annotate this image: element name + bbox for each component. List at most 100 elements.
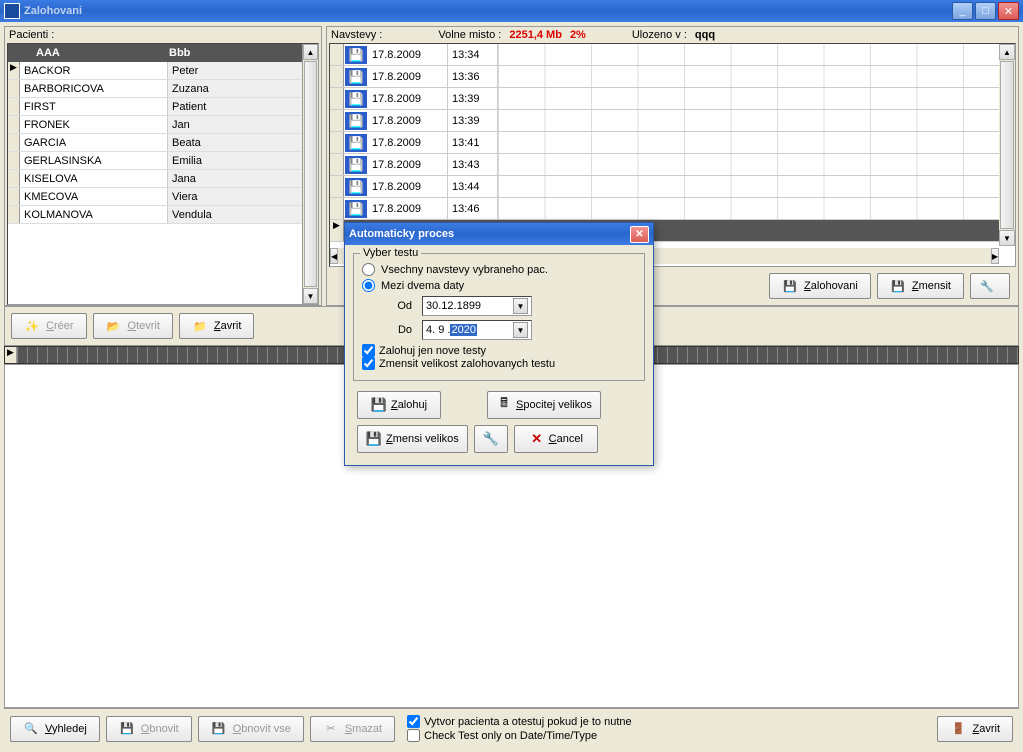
cancel-button[interactable]: ✕Cancel [514,425,598,453]
vscroll-thumb[interactable] [1000,61,1014,229]
scroll-up-icon[interactable]: ▲ [303,44,318,60]
tool-button[interactable]: 🔧 [970,273,1010,299]
chk-check-test[interactable]: Check Test only on Date/Time/Type [407,729,632,742]
dropdown-icon[interactable]: ▼ [513,298,528,314]
zalohuj-button[interactable]: 💾Zalohuj [357,391,441,419]
window-titlebar: Zalohovani _ □ ✕ [0,0,1023,22]
zavrit-bottom-button[interactable]: 🚪Zavrit [937,716,1013,742]
vyhledej-button[interactable]: 🔍Vyhledej [10,716,100,742]
visit-row[interactable]: 17.8.200913:41 [330,132,1015,154]
patients-grid[interactable]: AAA Bbb BACKORPeter BARBORICOVAZuzana FI… [7,43,319,305]
visit-row[interactable]: 17.8.200913:43 [330,154,1015,176]
obnovit-vse-button[interactable]: 💾Obnovit vse [198,716,304,742]
scroll-thumb[interactable] [304,61,317,287]
dialog-title: Automaticky proces [349,228,454,240]
disk-icon [345,68,367,86]
folder-icon: 📁 [192,318,208,334]
chk-create-patient[interactable]: Vytvor pacienta a otestuj pokud je to nu… [407,715,632,728]
do-label: Do [390,324,412,336]
zavrit-button[interactable]: 📁Zavrit [179,313,255,339]
restore-all-icon: 💾 [211,721,227,737]
disk-red-icon: 💾 [890,278,906,294]
visit-row[interactable]: 17.8.200913:34 [330,44,1015,66]
tool-icon: 🔧 [483,431,499,447]
restore-icon: 💾 [119,721,135,737]
disk-icon: 💾 [371,397,387,413]
patient-row[interactable]: FRONEKJan [8,116,302,134]
visit-row[interactable]: 17.8.200913:36 [330,66,1015,88]
visit-row[interactable]: 17.8.200913:39 [330,110,1015,132]
close-button[interactable]: ✕ [998,2,1019,20]
obnovit-button[interactable]: 💾Obnovit [106,716,192,742]
delete-icon: ✂ [323,721,339,737]
radio-between-dates[interactable]: Mezi dvema daty [362,279,636,292]
door-icon: 🚪 [950,721,966,737]
free-space-pct: 2% [570,29,586,41]
patients-scrollbar[interactable]: ▲ ▼ [302,44,318,304]
scroll-down-icon[interactable]: ▼ [303,288,318,304]
patient-row[interactable]: BARBORICOVAZuzana [8,80,302,98]
visits-vscrollbar[interactable]: ▲ ▼ [999,44,1015,246]
patients-label: Pacienti : [5,27,321,43]
zalohovani-button[interactable]: 💾Zalohovani [769,273,871,299]
scroll-down-icon[interactable]: ▼ [999,230,1015,246]
visit-row[interactable]: 17.8.200913:39 [330,88,1015,110]
do-date-input[interactable]: 4. 9 .2020 ▼ [422,320,532,340]
patient-row[interactable]: KMECOVAViera [8,188,302,206]
disk-icon [345,90,367,108]
sparkle-icon: ✨ [24,318,40,334]
disk-red-icon: 💾 [366,431,382,447]
patient-row[interactable]: KISELOVAJana [8,170,302,188]
timeline-indicator [5,347,17,363]
disk-icon [345,178,367,196]
disk-icon [345,112,367,130]
maximize-button[interactable]: □ [975,2,996,20]
zmensi-button[interactable]: 💾Zmensi velikos [357,425,468,453]
tool-dialog-button[interactable]: 🔧 [474,425,508,453]
app-icon [4,3,20,19]
bottom-toolbar: 🔍Vyhledej 💾Obnovit 💾Obnovit vse ✂Smazat … [4,708,1019,748]
scroll-right-icon[interactable]: ▶ [991,248,999,264]
window-title: Zalohovani [24,5,950,17]
scroll-left-icon[interactable]: ◀ [330,248,338,264]
col-surname: AAA [20,47,165,59]
vyber-testu-fieldset: Vyber testu Vsechny navstevy vybraneho p… [353,253,645,381]
patients-header: AAA Bbb [8,44,302,62]
col-name: Bbb [165,47,302,59]
disk-icon [345,46,367,64]
minimize-button[interactable]: _ [952,2,973,20]
disk-icon [345,200,367,218]
saved-in-value: qqq [695,29,715,41]
spocitej-button[interactable]: 🖩Spocitej velikos [487,391,601,419]
od-label: Od [390,300,412,312]
scroll-up-icon[interactable]: ▲ [999,44,1015,60]
visits-label: Navstevy : [331,29,382,41]
dialog-close-button[interactable]: ✕ [630,226,649,243]
folder-open-icon: 📂 [106,318,122,334]
fieldset-legend: Vyber testu [360,247,421,259]
chk-backup-new[interactable]: Zalohuj jen nove testy [362,344,636,357]
dropdown-icon[interactable]: ▼ [513,322,528,338]
od-date-input[interactable]: 30.12.1899 ▼ [422,296,532,316]
chk-shrink-size[interactable]: Zmensit velikost zalohovanych testu [362,357,636,370]
dialog-titlebar[interactable]: Automaticky proces ✕ [345,223,653,245]
smazat-button[interactable]: ✂Smazat [310,716,395,742]
cancel-icon: ✕ [529,431,545,447]
auto-process-dialog: Automaticky proces ✕ Vyber testu Vsechny… [344,222,654,466]
disk-icon: 💾 [782,278,798,294]
free-space-label: Volne misto : [438,29,501,41]
radio-all-visits[interactable]: Vsechny navstevy vybraneho pac. [362,263,636,276]
saved-in-label: Ulozeno v : [632,29,687,41]
patient-row[interactable]: KOLMANOVAVendula [8,206,302,224]
patient-row[interactable]: GERLASINSKAEmilia [8,152,302,170]
patient-row[interactable]: GARCIABeata [8,134,302,152]
free-space-value: 2251,4 Mb [509,29,562,41]
creer-button[interactable]: ✨Créer [11,313,87,339]
visit-row[interactable]: 17.8.200913:46 [330,198,1015,220]
zmensit-button[interactable]: 💾Zmensit [877,273,964,299]
patient-row[interactable]: FIRSTPatient [8,98,302,116]
otevrit-button[interactable]: 📂Otevrit [93,313,173,339]
search-icon: 🔍 [23,721,39,737]
patient-row[interactable]: BACKORPeter [8,62,302,80]
visit-row[interactable]: 17.8.200913:44 [330,176,1015,198]
